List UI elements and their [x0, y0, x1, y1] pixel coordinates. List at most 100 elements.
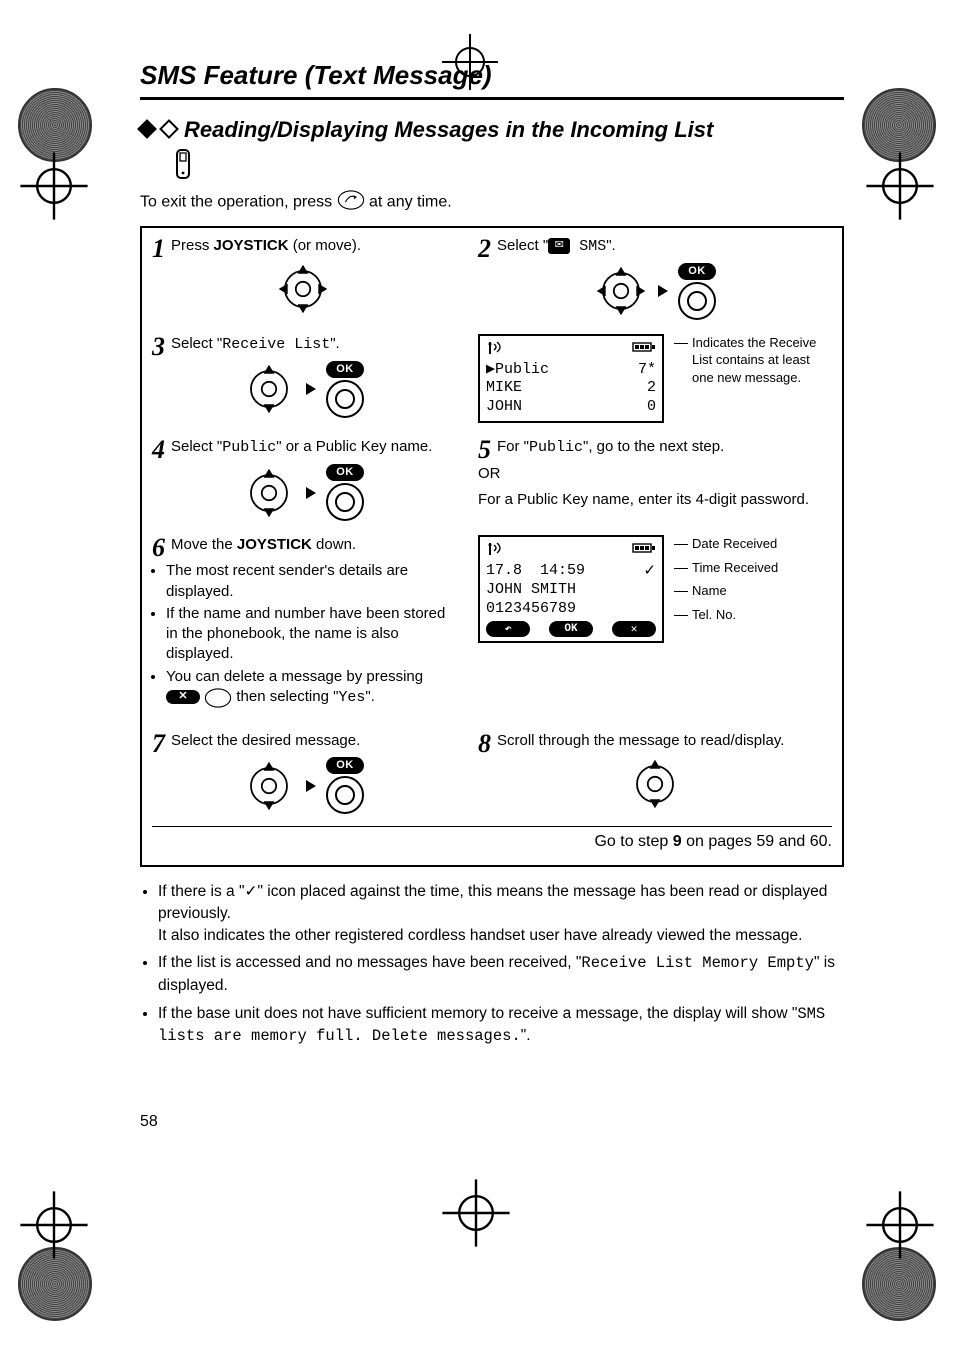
check-icon: ✓ — [244, 883, 257, 900]
ok-ring-icon — [678, 282, 716, 320]
callout-tel: Tel. No. — [692, 607, 736, 622]
page-number: 58 — [140, 1113, 158, 1131]
lcd-row1-left: ▶Public — [486, 361, 549, 380]
note1-b: " icon placed against the time, this mea… — [158, 883, 827, 922]
step6-bullet-2: If the name and number have been stored … — [166, 604, 454, 665]
step3-text-a: Select " — [171, 335, 222, 352]
then-arrow-icon — [658, 285, 668, 297]
softkey-ok-label: OK — [549, 621, 593, 637]
note2-a: If the list is accessed and no messages … — [158, 954, 581, 971]
step1-text-a: Press — [171, 237, 214, 254]
step-3: 3 Select "Receive List". OK — [152, 334, 454, 423]
diamond-solid-icon — [137, 119, 157, 139]
ok-pill-label: OK — [326, 464, 364, 481]
then-arrow-icon — [306, 487, 316, 499]
note-2: If the list is accessed and no messages … — [158, 952, 844, 996]
step2-text-a: Select " — [497, 237, 548, 254]
lcd-display-message-detail: 17.8 14:59 ✓ JOHN SMITH 0123456789 ↶ OK … — [478, 535, 664, 643]
crop-ball-top-right — [862, 88, 936, 162]
joystick-all-directions-icon — [276, 262, 330, 316]
intro-pre: To exit the operation, press — [140, 193, 332, 210]
note3-c: ". — [521, 1027, 531, 1044]
step-number: 3 — [152, 334, 165, 360]
step-number: 6 — [152, 535, 165, 561]
ok-button-icon: OK — [326, 464, 364, 521]
step1-joystick-word: JOYSTICK — [214, 237, 289, 254]
callout-name: Name — [692, 583, 727, 598]
note3-a: If the base unit does not have sufficien… — [158, 1005, 797, 1022]
softkey-back-icon: ↶ — [486, 621, 530, 637]
ok-ring-icon — [326, 776, 364, 814]
step6-text-a: Move the — [171, 536, 237, 553]
step6-joystick-word: JOYSTICK — [237, 536, 312, 553]
notes-list: If there is a "✓" icon placed against th… — [140, 881, 844, 1048]
lcd-date: 17.8 — [486, 562, 522, 579]
step6-bullet-3c: ". — [365, 688, 375, 705]
step2-text-b: ". — [606, 237, 616, 254]
step-number: 2 — [478, 236, 491, 262]
lcd-row2-left: MIKE — [486, 379, 522, 398]
step5-public-label: Public — [529, 439, 583, 456]
ok-ring-icon — [326, 380, 364, 418]
signal-icon — [486, 340, 508, 359]
intro-text: To exit the operation, press at any time… — [140, 189, 844, 216]
footer-c: on pages 59 and 60. — [682, 833, 832, 850]
lcd-row2-right: 2 — [647, 379, 656, 398]
ok-button-icon: OK — [326, 757, 364, 814]
callout-time: Time Received — [692, 560, 778, 575]
section-title: SMS Feature (Text Message) — [140, 60, 844, 91]
joystick-up-down-icon — [242, 759, 296, 813]
step3-text-b: ". — [330, 335, 340, 352]
crop-ball-bottom-right — [862, 1247, 936, 1321]
step-number: 7 — [152, 731, 165, 757]
crop-ball-bottom-left — [18, 1247, 92, 1321]
note2-b: Receive List Memory Empty — [581, 954, 814, 972]
x-softkey-icon: ✕ — [166, 690, 200, 704]
then-arrow-icon — [306, 780, 316, 792]
joystick-all-directions-icon — [594, 264, 648, 318]
step-7: 7 Select the desired message. OK — [152, 731, 454, 814]
step-1: 1 Press JOYSTICK (or move). — [152, 236, 454, 320]
lcd-row1-right: 7* — [638, 361, 656, 380]
step6-bullet-3: You can delete a message by pressing ✕ t… — [166, 667, 454, 716]
softkey-x-icon: ✕ — [612, 621, 656, 637]
step6-text-b: down. — [312, 536, 356, 553]
footer-step-number: 9 — [673, 833, 682, 850]
step6-bullet-3b: then selecting " — [236, 688, 338, 705]
lcd-time: 14:59 — [540, 562, 585, 579]
step6-bullet-1: The most recent sender's details are dis… — [166, 561, 454, 602]
intro-post: at any time. — [369, 193, 452, 210]
note-1: If there is a "✓" icon placed against th… — [158, 881, 844, 946]
joystick-up-down-icon — [628, 757, 682, 811]
step5-text-a: For " — [497, 438, 529, 455]
lcd-row3-right: 0 — [647, 398, 656, 417]
step5-or: OR — [478, 464, 832, 484]
ok-button-icon: OK — [326, 361, 364, 418]
step-8: 8 Scroll through the message to read/dis… — [478, 731, 832, 814]
step-6-display: 17.8 14:59 ✓ JOHN SMITH 0123456789 ↶ OK … — [478, 535, 832, 717]
battery-icon — [632, 542, 656, 559]
step4-public-label: Public — [222, 439, 276, 456]
note1-a: If there is a " — [158, 883, 244, 900]
steps-footer: Go to step 9 on pages 59 and 60. — [152, 826, 832, 851]
step5-text-b: ", go to the next step. — [583, 438, 724, 455]
step-number: 4 — [152, 437, 165, 463]
lcd-display-receive-list: ▶Public7* MIKE2 JOHN0 — [478, 334, 664, 423]
step8-text: Scroll through the message to read/displ… — [478, 731, 832, 751]
check-icon: ✓ — [643, 562, 656, 581]
step-6: 6 Move the JOYSTICK down. The most recen… — [152, 535, 454, 717]
battery-icon — [632, 341, 656, 358]
softkey-orb-icon — [204, 687, 232, 715]
joystick-up-down-icon — [242, 362, 296, 416]
signal-icon — [486, 541, 508, 560]
joystick-up-down-icon — [242, 466, 296, 520]
step-number: 8 — [478, 731, 491, 757]
envelope-icon: ✉ — [548, 238, 570, 254]
footer-a: Go to step — [594, 833, 672, 850]
registration-mark-icon — [440, 1177, 512, 1249]
step6-bullet-3a: You can delete a message by pressing — [166, 668, 423, 685]
ok-pill-label: OK — [678, 263, 716, 280]
receive-list-callout: Indicates the Receive List contains at l… — [692, 334, 832, 387]
steps-box: 1 Press JOYSTICK (or move). 2 — [140, 226, 844, 868]
ok-ring-icon — [326, 483, 364, 521]
